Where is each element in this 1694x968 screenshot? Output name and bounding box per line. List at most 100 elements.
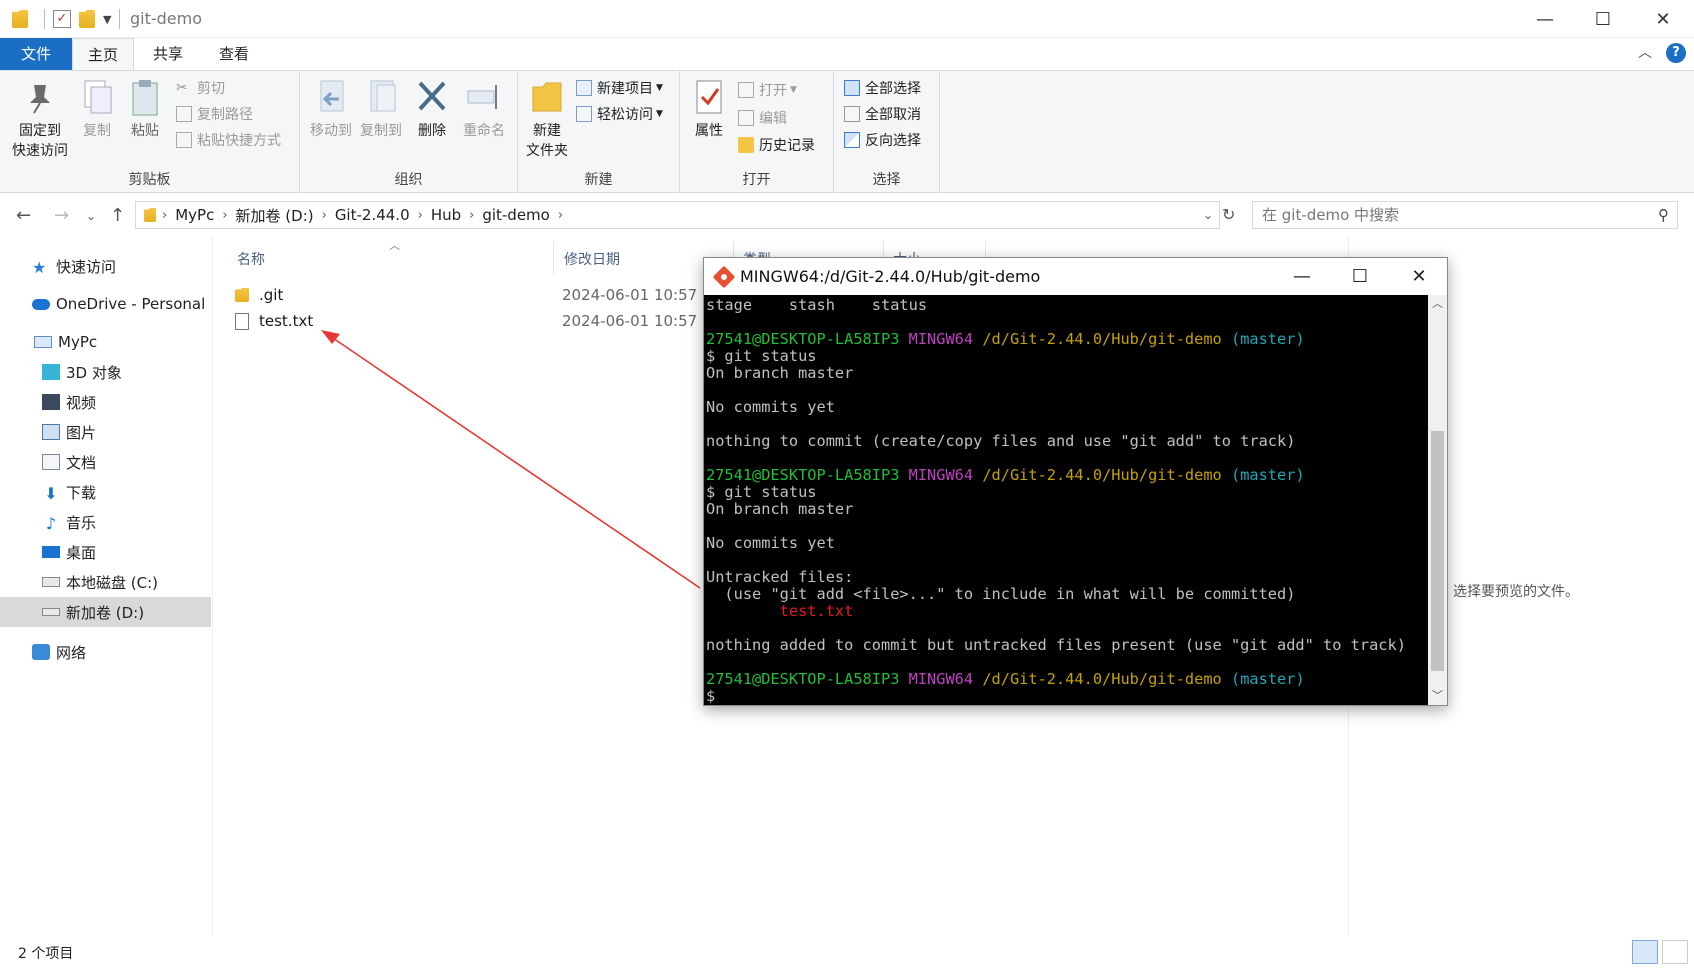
organize-group-label: 组织 [394, 172, 423, 188]
copy-path-button[interactable]: 复制路径 [176, 103, 253, 125]
navigation-bar: ← → ⌄ ↑ › MyPc › 新加卷 (D:) › Git-2.44.0 ›… [0, 193, 1694, 237]
edit-button[interactable]: 编辑 [738, 107, 787, 129]
terminal-line: No commits yet [706, 398, 835, 416]
nav-onedrive[interactable]: OneDrive - Personal [0, 289, 211, 319]
tab-share[interactable]: 共享 [142, 38, 194, 70]
large-icons-view-button[interactable] [1662, 940, 1688, 964]
invert-selection-button[interactable]: 反向选择 [844, 129, 921, 151]
invert-selection-label: 反向选择 [865, 133, 921, 149]
scrollbar[interactable] [1676, 237, 1694, 936]
terminal-close-button[interactable]: ✕ [1394, 260, 1444, 292]
move-to-icon [311, 77, 351, 117]
close-button[interactable]: ✕ [1640, 4, 1686, 34]
customize-toolbar-icon[interactable]: ▼ [103, 13, 111, 26]
new-group-label: 新建 [584, 172, 613, 188]
nav-3d-objects[interactable]: 3D 对象 [0, 357, 211, 387]
breadcrumb-mypc[interactable]: MyPc [175, 206, 214, 224]
column-header-date[interactable]: 修改日期 [564, 249, 620, 269]
copy-to-button[interactable]: 复制到 [356, 77, 406, 141]
terminal-scroll-thumb[interactable] [1431, 431, 1444, 671]
select-none-icon [844, 106, 860, 122]
new-folder-label-2: 文件夹 [526, 143, 568, 159]
recent-locations-chevron-icon[interactable]: ⌄ [86, 209, 96, 223]
forward-arrow-icon[interactable]: → [54, 205, 69, 226]
copy-button[interactable]: 复制 [76, 77, 118, 141]
status-bar: 2 个项目 [0, 936, 1694, 968]
history-button[interactable]: 历史记录 [738, 134, 815, 156]
nav-mypc[interactable]: MyPc [0, 327, 211, 357]
nav-documents[interactable]: 文档 [0, 447, 211, 477]
terminal-command: $ git status [706, 483, 817, 501]
tab-file[interactable]: 文件 [0, 38, 72, 70]
new-folder-icon[interactable] [79, 10, 95, 28]
new-item-button[interactable]: 新建项目 ▼ [576, 77, 663, 99]
up-arrow-icon[interactable]: ↑ [110, 205, 125, 226]
terminal-line: On branch master [706, 364, 854, 382]
nav-videos[interactable]: 视频 [0, 387, 211, 417]
nav-drive-d[interactable]: 新加卷 (D:) [0, 597, 211, 627]
terminal-output[interactable]: stage stash status 27541@DESKTOP-LA58IP3… [704, 295, 1428, 705]
nav-network[interactable]: 网络 [0, 637, 211, 667]
new-group: 新建 文件夹 新建项目 ▼ 轻松访问 ▼ 新建 [518, 71, 680, 193]
back-arrow-icon[interactable]: ← [16, 205, 31, 226]
easy-access-button[interactable]: 轻松访问 ▼ [576, 103, 663, 125]
file-row[interactable]: .git [235, 282, 283, 308]
file-row[interactable]: test.txt [235, 308, 313, 334]
nav-pictures[interactable]: 图片 [0, 417, 211, 447]
scroll-down-icon[interactable]: ﹀ [1432, 687, 1443, 703]
terminal-minimize-button[interactable]: — [1277, 260, 1327, 292]
nav-downloads[interactable]: ⬇ 下载 [0, 477, 211, 507]
search-input[interactable]: 在 git-demo 中搜索 ⚲ [1252, 201, 1678, 229]
divider [44, 9, 45, 29]
terminal-window[interactable]: MINGW64:/d/Git-2.44.0/Hub/git-demo — ☐ ✕… [703, 257, 1448, 706]
new-folder-button[interactable]: 新建 文件夹 [522, 77, 572, 161]
terminal-line: Untracked files: [706, 568, 854, 586]
breadcrumb-git[interactable]: Git-2.44.0 [335, 206, 410, 224]
collapse-ribbon-icon[interactable]: ︿ [1638, 42, 1652, 62]
select-group-label: 选择 [872, 172, 901, 188]
refresh-icon[interactable]: ↻ [1222, 205, 1235, 224]
terminal-cursor-line: $ [706, 687, 716, 705]
nav-desktop[interactable]: 桌面 [0, 537, 211, 567]
paste-button[interactable]: 粘贴 [124, 77, 166, 141]
cut-button[interactable]: ✂ 剪切 [176, 77, 225, 99]
nav-quick-access[interactable]: ★ 快速访问 [0, 251, 211, 281]
select-all-button[interactable]: 全部选择 [844, 77, 921, 99]
paste-shortcut-button[interactable]: 粘贴快捷方式 [176, 129, 281, 151]
scroll-up-icon[interactable]: ︿ [1432, 295, 1443, 311]
breadcrumb-hub[interactable]: Hub [431, 206, 461, 224]
properties-check-icon[interactable]: ✓ [53, 10, 71, 28]
ribbon-tabs: 文件 主页 共享 查看 ︿ ? [0, 38, 1694, 71]
column-header-name[interactable]: 名称 [237, 249, 265, 269]
maximize-button[interactable]: ☐ [1580, 4, 1626, 34]
address-bar[interactable]: › MyPc › 新加卷 (D:) › Git-2.44.0 › Hub › g… [135, 201, 1220, 229]
details-view-button[interactable] [1632, 940, 1658, 964]
move-to-button[interactable]: 移动到 [306, 77, 356, 141]
quick-access-toolbar: ✓ ▼ [12, 9, 128, 29]
nav-local-disk-c[interactable]: 本地磁盘 (C:) [0, 567, 211, 597]
rename-button[interactable]: 重命名 [456, 77, 512, 141]
terminal-scrollbar[interactable]: ︿ ﹀ [1428, 295, 1447, 705]
terminal-maximize-button[interactable]: ☐ [1335, 260, 1385, 292]
tab-home[interactable]: 主页 [72, 38, 134, 71]
delete-label: 删除 [418, 123, 446, 139]
prompt-env: MINGW64 [908, 330, 974, 348]
breadcrumb-git-demo[interactable]: git-demo [482, 206, 550, 224]
open-group: 属性 打开 ▼ 编辑 历史记录 打开 [680, 71, 834, 193]
terminal-title: MINGW64:/d/Git-2.44.0/Hub/git-demo [740, 267, 1041, 286]
properties-button[interactable]: 属性 [688, 77, 730, 141]
address-dropdown-icon[interactable]: ⌄ [1203, 208, 1213, 222]
terminal-line: nothing added to commit but untracked fi… [706, 636, 1406, 654]
minimize-button[interactable]: — [1522, 4, 1568, 34]
paste-icon [125, 77, 165, 117]
scissors-icon: ✂ [176, 80, 188, 96]
nav-documents-label: 文档 [66, 453, 97, 472]
delete-button[interactable]: 删除 [410, 77, 454, 141]
breadcrumb-drive-d[interactable]: 新加卷 (D:) [236, 205, 314, 226]
help-icon[interactable]: ? [1666, 43, 1686, 63]
pin-to-quick-access-button[interactable]: 固定到 快速访问 [8, 77, 72, 161]
nav-music[interactable]: ♪ 音乐 [0, 507, 211, 537]
open-button[interactable]: 打开 ▼ [738, 79, 797, 101]
select-none-button[interactable]: 全部取消 [844, 103, 921, 125]
tab-view[interactable]: 查看 [208, 38, 260, 70]
